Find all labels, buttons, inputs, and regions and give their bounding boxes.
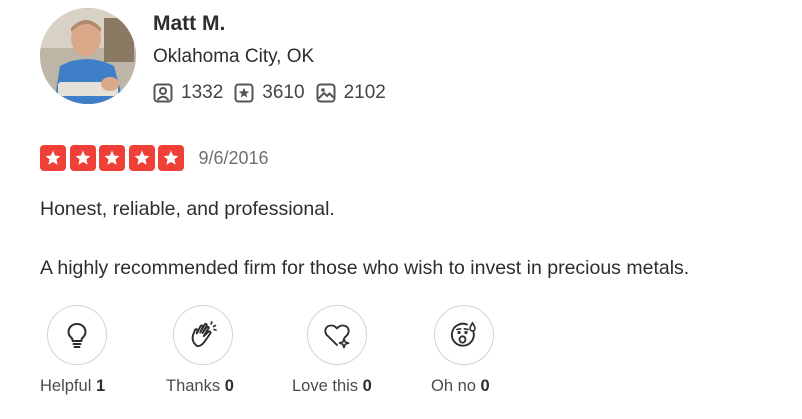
thanks-count: 0	[224, 377, 234, 395]
photo-icon	[316, 83, 336, 103]
reviewer-avatar[interactable]	[40, 8, 136, 104]
star-rating-row: 9/6/2016	[40, 145, 269, 171]
love-this-button[interactable]	[307, 305, 367, 365]
thanks-button[interactable]	[173, 305, 233, 365]
heart-sparkle-icon	[324, 324, 350, 349]
helpful-button[interactable]	[47, 305, 107, 365]
reviewer-location: Oklahoma City, OK	[153, 46, 315, 67]
photos-stat: 2102	[316, 80, 386, 106]
star-icon	[99, 145, 125, 171]
star-icon	[69, 145, 96, 171]
oh-no-button[interactable]	[434, 305, 494, 365]
star-icon	[158, 145, 184, 171]
review-text-line-1: Honest, reliable, and professional.	[40, 198, 335, 220]
oh-no-label: Oh no	[431, 377, 476, 395]
reviewer-name[interactable]: Matt M.	[153, 10, 225, 38]
review-star-icon	[234, 83, 254, 103]
star-rating	[40, 145, 188, 171]
helpful-label: Helpful	[40, 377, 92, 395]
oh-no-count: 0	[480, 377, 490, 395]
love-this-label: Love this	[292, 377, 359, 395]
clapping-hands-icon	[191, 321, 217, 348]
review-text-line-2: A highly recommended firm for those who …	[40, 257, 690, 279]
thanks-label: Thanks	[166, 377, 221, 395]
sweating-face-icon	[450, 321, 476, 347]
reviews-count: 3610	[262, 82, 305, 103]
review-date: 9/6/2016	[198, 148, 269, 168]
photos-count: 2102	[343, 82, 386, 103]
reviews-stat: 3610	[234, 80, 305, 106]
star-icon	[40, 145, 66, 171]
friends-stat: 1332	[153, 80, 223, 106]
helpful-count: 1	[95, 377, 106, 395]
friends-icon	[153, 83, 173, 103]
reviewer-stats: 1332 3610 2102	[153, 80, 397, 106]
lightbulb-icon	[67, 323, 87, 348]
star-icon	[128, 145, 155, 171]
love-this-count: 0	[362, 377, 372, 395]
friends-count: 1332	[181, 82, 224, 103]
